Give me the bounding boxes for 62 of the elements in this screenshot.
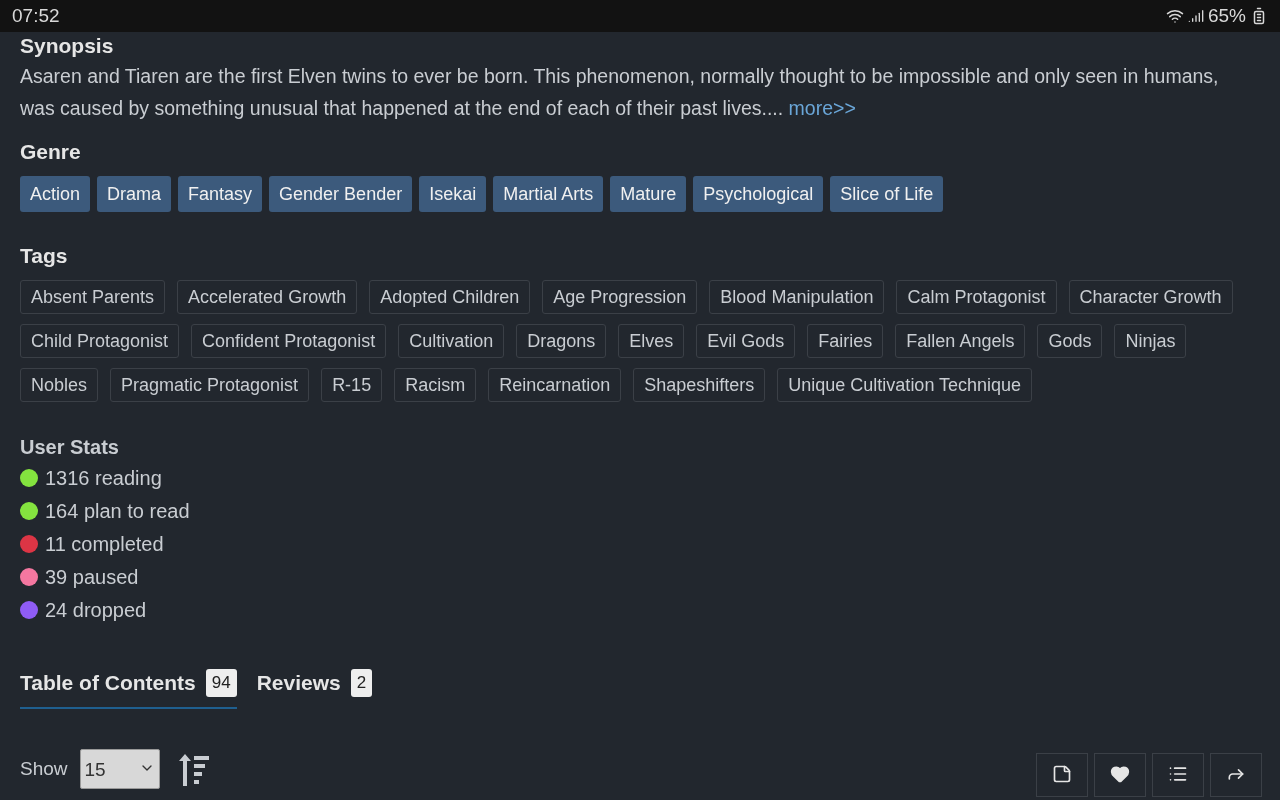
show-label: Show [20, 756, 68, 781]
genre-tag[interactable]: Psychological [693, 176, 824, 212]
tag-chip[interactable]: Pragmatic Protagonist [110, 368, 310, 402]
tag-chip[interactable]: Calm Protagonist [896, 280, 1057, 314]
genre-tag[interactable]: Action [20, 176, 91, 212]
more-link[interactable]: more>> [788, 97, 856, 119]
tag-chip[interactable]: Fallen Angels [895, 324, 1026, 358]
signal-icon [1187, 8, 1204, 24]
genre-tag[interactable]: Martial Arts [493, 176, 604, 212]
stat-label: 11 completed [45, 532, 164, 557]
genre-tag[interactable]: Drama [97, 176, 172, 212]
tag-chip[interactable]: Absent Parents [20, 280, 166, 314]
tag-chip[interactable]: Fairies [807, 324, 884, 358]
favorite-button[interactable] [1094, 753, 1146, 797]
page-size-select[interactable]: 15 [79, 749, 160, 789]
sort-icon[interactable] [177, 752, 210, 786]
genre-tag[interactable]: Slice of Life [830, 176, 944, 212]
note-icon [1052, 764, 1072, 784]
tag-chip[interactable]: Shapeshifters [633, 368, 766, 402]
stat-label: 164 plan to read [45, 499, 190, 524]
section-heading: Synopsis [20, 34, 115, 58]
tag-chip[interactable]: Adopted Children [369, 280, 531, 314]
section-heading: Tags [20, 243, 69, 269]
tag-chip[interactable]: Gods [1037, 324, 1103, 358]
tab[interactable]: Table of Contents 94 [20, 669, 237, 709]
section-heading: User Stats [20, 435, 120, 460]
genre-tag[interactable]: Fantasy [178, 176, 263, 212]
genre-tag[interactable]: Isekai [419, 176, 487, 212]
share-button[interactable] [1210, 753, 1262, 797]
tag-chip[interactable]: Unique Cultivation Technique [777, 368, 1033, 402]
stat-label: 39 paused [45, 565, 139, 590]
clock: 07:52 [12, 3, 60, 28]
tag-chip[interactable]: Reincarnation [488, 368, 622, 402]
tag-chip[interactable]: Evil Gods [696, 324, 796, 358]
tag-chip[interactable]: Character Growth [1068, 280, 1233, 314]
tag-chip[interactable]: Elves [618, 324, 685, 358]
note-button[interactable] [1036, 753, 1088, 797]
heart-icon [1110, 764, 1130, 784]
list-icon [1168, 764, 1188, 784]
tag-chip[interactable]: R-15 [321, 368, 383, 402]
tag-chip[interactable]: Child Protagonist [20, 324, 180, 358]
stat-label: 24 dropped [45, 598, 147, 623]
tag-chip[interactable]: Age Progression [542, 280, 698, 314]
tag-chip[interactable]: Accelerated Growth [177, 280, 358, 314]
tag-chip[interactable]: Ninjas [1114, 324, 1187, 358]
stat-label: 1316 reading [45, 466, 162, 491]
tag-chip[interactable]: Cultivation [398, 324, 505, 358]
tab[interactable]: Reviews 2 [256, 669, 373, 709]
count-badge: 2 [350, 669, 373, 697]
battery-level: 65% [1207, 3, 1246, 28]
section-heading: Genre [20, 139, 82, 165]
genre-tag[interactable]: Gender Bender [269, 176, 413, 212]
synopsis-text: Asaren and Tiaren are the first Elven twins to ever be born. This phenomenon, normally thought to be impossible and only seen in humans, was caused by something unusual that happened at the end of each of their past lives.... more>> [20, 64, 1220, 121]
genre-tag[interactable]: Mature [610, 176, 687, 212]
tag-chip[interactable]: Dragons [516, 324, 607, 358]
wifi-icon [1165, 7, 1184, 25]
tag-chip[interactable]: Blood Manipulation [709, 280, 885, 314]
list-button[interactable] [1152, 753, 1204, 797]
tag-chip[interactable]: Confident Protagonist [191, 324, 387, 358]
tag-chip[interactable]: Racism [394, 368, 477, 402]
count-badge: 94 [205, 669, 237, 697]
tag-chip[interactable]: Nobles [20, 368, 99, 402]
